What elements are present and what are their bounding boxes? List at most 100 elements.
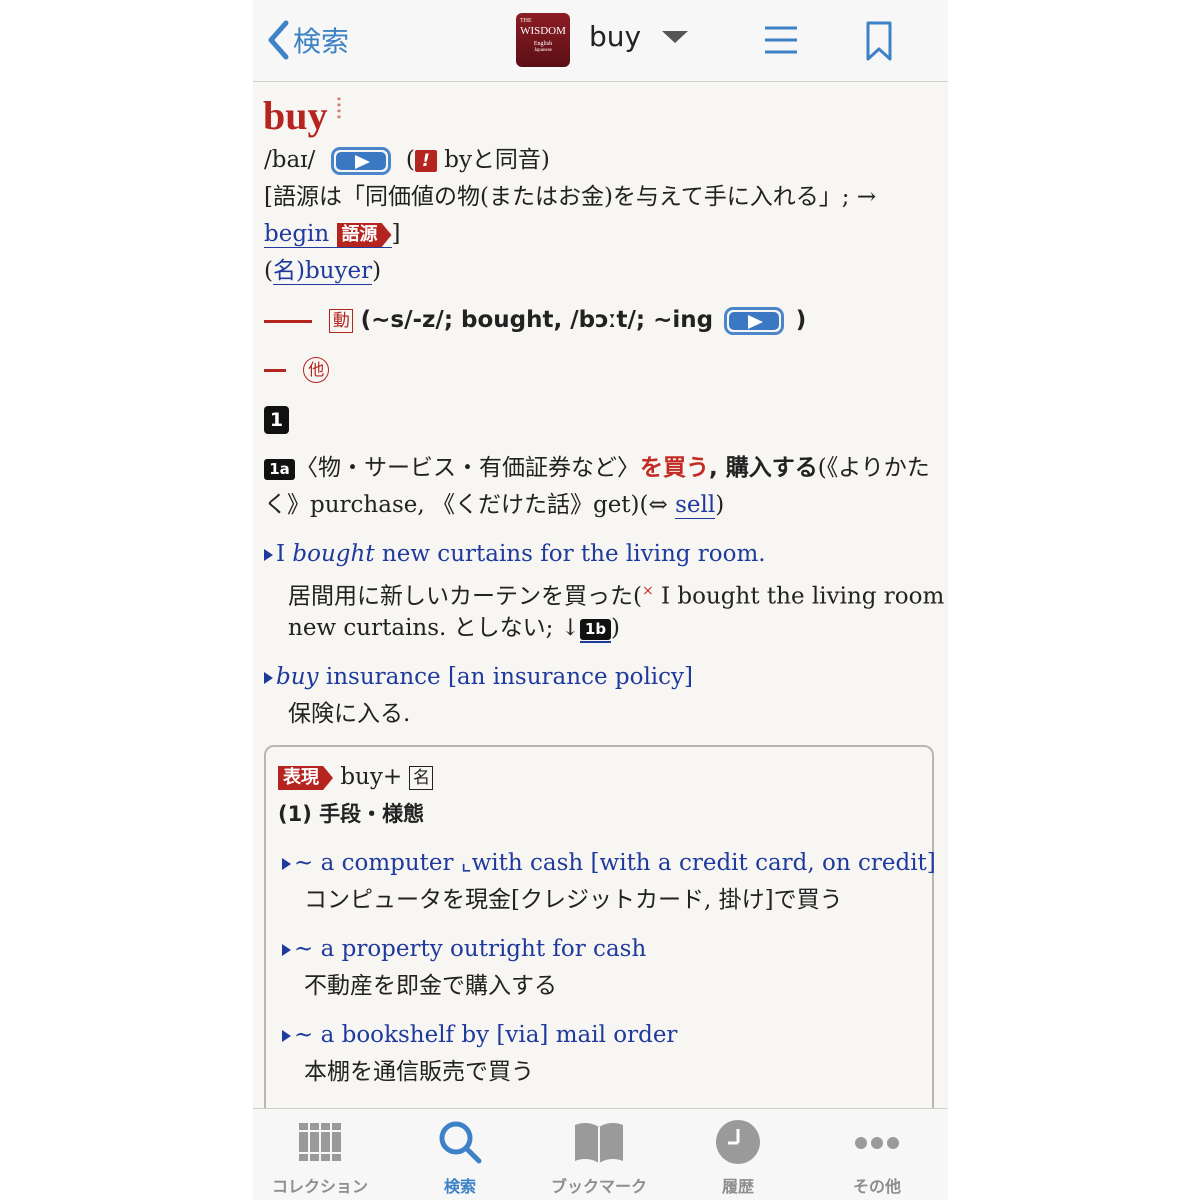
pronunciation-line: /baɪ/ (! byと同音) bbox=[264, 145, 550, 175]
logo-line4: Japanese bbox=[534, 48, 552, 53]
example-1-keyword: bought bbox=[292, 541, 375, 567]
sense-close: ) bbox=[715, 492, 725, 518]
buyer-link[interactable]: 名)buyer bbox=[272, 258, 373, 285]
begin-link[interactable]: begin 語源 bbox=[264, 221, 392, 248]
etymology-link-line: begin 語源] bbox=[264, 219, 401, 249]
dash-divider bbox=[264, 319, 312, 323]
example-1-jp: 居間用に新しいカーテンを買った( bbox=[288, 583, 642, 610]
expression-item: ~ a bookshelf by [via] mail order bbox=[282, 1020, 677, 1050]
tab-search[interactable]: 検索 bbox=[395, 1119, 525, 1197]
entry-word-selector[interactable]: buy bbox=[589, 20, 689, 53]
sense-gloss-alt: , 購入する bbox=[709, 455, 818, 481]
dictionary-logo: THE WISDOM English Japanese bbox=[516, 13, 570, 67]
sense-1a-line: 1a 〈物・サービス・有価証券など〉を買う, 購入する(《よりかた bbox=[264, 453, 930, 483]
sell-link[interactable]: sell bbox=[675, 492, 716, 519]
example-1-translation: 居間用に新しいカーテンを買った(× I bought the living ro… bbox=[288, 576, 944, 612]
play-icon bbox=[729, 312, 780, 330]
tab-label: コレクション bbox=[271, 1177, 368, 1196]
expression-en: ~ a property outright for cash bbox=[294, 936, 647, 962]
noun-box: 名 bbox=[409, 766, 434, 790]
tab-collection[interactable]: コレクション bbox=[255, 1119, 385, 1197]
homophone-note: byと同音) bbox=[444, 147, 550, 173]
expression-en: ~ a computer ⌞with cash [with a credit c… bbox=[294, 850, 936, 876]
derivative-close: ) bbox=[372, 258, 382, 284]
search-icon bbox=[439, 1121, 482, 1164]
sense-1b-tag: 1b bbox=[580, 618, 611, 640]
chevron-left-icon bbox=[268, 20, 289, 60]
menu-button[interactable] bbox=[763, 24, 799, 60]
play-audio-button-ing[interactable] bbox=[724, 307, 785, 335]
tab-label: 履歴 bbox=[721, 1177, 754, 1196]
bookmark-icon bbox=[866, 21, 892, 61]
back-label: 検索 bbox=[293, 25, 350, 58]
expressions-header: 表現 buy+ 名 bbox=[278, 762, 434, 792]
tab-history[interactable]: 履歴 bbox=[673, 1119, 803, 1197]
sense-1b-link[interactable]: 1b bbox=[580, 615, 611, 643]
back-button[interactable]: 検索 bbox=[267, 18, 349, 62]
more-icon bbox=[855, 1137, 899, 1149]
etymology-tag: 語源 bbox=[336, 223, 392, 247]
example-2-translation: 保険に入る. bbox=[288, 701, 411, 727]
headword: buy bbox=[263, 93, 328, 138]
expression-en: ~ a bookshelf by [via] mail order bbox=[294, 1022, 678, 1048]
example-1-close: ) bbox=[611, 615, 620, 641]
expressions-tag: 表現 bbox=[278, 766, 333, 790]
nav-bar: 検索 THE WISDOM English Japanese buy bbox=[253, 0, 948, 82]
sense-usage: (《よりかた bbox=[817, 455, 930, 481]
logo-line1: THE bbox=[520, 18, 532, 24]
dictionary-screen: 検索 THE WISDOM English Japanese buy buy *… bbox=[253, 0, 948, 1200]
sense-1a-tag: 1a bbox=[264, 458, 295, 480]
caution-icon: ! bbox=[414, 150, 437, 172]
expressions-pattern: buy+ bbox=[340, 764, 403, 790]
verb-forms: (~s/-z/; bought, /bɔːt/; ~ing bbox=[360, 307, 714, 333]
sense-number: 1 bbox=[264, 406, 289, 434]
homophone-open: ( bbox=[405, 147, 415, 173]
sense-number-line: 1 bbox=[264, 404, 289, 434]
expression-item: ~ a computer ⌞with cash [with a credit c… bbox=[282, 848, 936, 878]
expression-item: ~ a property outright for cash bbox=[282, 934, 646, 964]
expression-jp: 不動産を即金で購入する bbox=[304, 973, 557, 999]
etymology-close: ] bbox=[391, 221, 401, 247]
example-1-jp-b: I bought the living room bbox=[653, 583, 945, 610]
verb-forms-line: 動 (~s/-z/; bought, /bɔːt/; ~ing ) bbox=[264, 305, 806, 335]
expressions-section: (1) 手段・様態 bbox=[278, 802, 425, 826]
dropdown-triangle-icon bbox=[662, 30, 689, 43]
example-1-a: I bbox=[276, 541, 293, 567]
sense-usage-cont: く》purchase, 《くだけた話》get)(⇔ bbox=[264, 492, 676, 518]
verb-tag: 動 bbox=[329, 309, 354, 333]
bookmark-button[interactable] bbox=[865, 20, 893, 66]
open-book-icon bbox=[575, 1122, 623, 1163]
sense-scope: 〈物・サービス・有価証券など〉 bbox=[295, 455, 640, 481]
example-1-translation-2: new curtains. としない; ↓ 1b) bbox=[288, 613, 620, 643]
example-triangle-icon bbox=[264, 549, 273, 561]
expressions-box: 表現 buy+ 名 (1) 手段・様態 ~ a computer ⌞with c… bbox=[264, 745, 936, 1108]
derivative-line: (((名)buyer) bbox=[264, 258, 382, 285]
play-icon bbox=[335, 152, 386, 170]
incorrect-mark: × bbox=[641, 583, 654, 599]
expression-jp: コンピュータを現金[クレジットカード, 掛け]で買う bbox=[304, 887, 843, 913]
example-1-b: new curtains for the living room. bbox=[374, 541, 766, 567]
tab-label: ブックマーク bbox=[550, 1177, 647, 1196]
tab-more[interactable]: その他 bbox=[812, 1119, 942, 1197]
play-audio-button[interactable] bbox=[330, 147, 391, 175]
logo-line3: English bbox=[533, 41, 553, 47]
importance-stars-icon: * * * * bbox=[337, 96, 341, 123]
etymology-line: [語源は「同価値の物(またはお金)を与えて手に入れる」; → bbox=[264, 184, 877, 210]
tab-bar: コレクション 検索 ブックマーク 履歴 その他 bbox=[253, 1108, 948, 1200]
entry-content[interactable]: buy * * * * /baɪ/ (! byと同音) [語源は「同価値の物(またはお… bbox=[253, 82, 948, 1108]
transitive-tag: 他 bbox=[303, 357, 330, 383]
entry-word: buy bbox=[589, 20, 642, 53]
example-1-jp2: new curtains. としない; ↓ bbox=[288, 615, 580, 641]
tab-label: その他 bbox=[852, 1177, 901, 1196]
begin-link-label: begin bbox=[264, 221, 330, 247]
tab-label: 検索 bbox=[443, 1177, 476, 1196]
tab-bookmarks[interactable]: ブックマーク bbox=[534, 1119, 664, 1197]
example-triangle-icon bbox=[282, 1030, 291, 1042]
list-menu-icon bbox=[765, 26, 797, 54]
sense-1a-line2: く》purchase, 《くだけた話》get)(⇔ sell) bbox=[264, 490, 724, 520]
example-2: buy insurance [an insurance policy] bbox=[264, 662, 693, 692]
clock-icon bbox=[716, 1120, 760, 1164]
verb-forms-close: ) bbox=[795, 307, 807, 333]
example-triangle-icon bbox=[282, 944, 291, 956]
example-triangle-icon bbox=[264, 672, 273, 684]
